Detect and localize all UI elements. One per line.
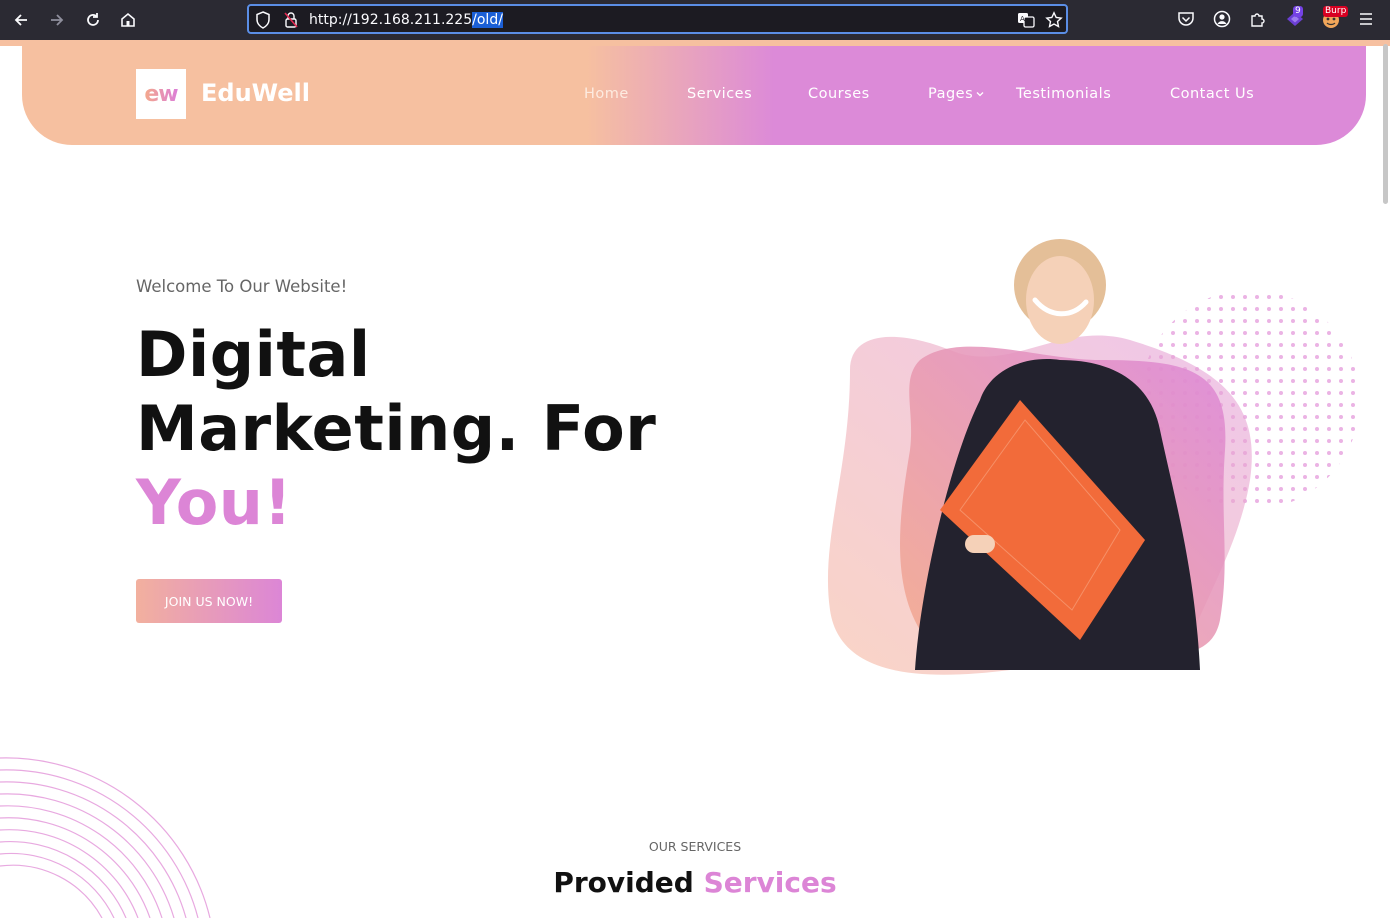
nav-pages-label: Pages — [928, 86, 974, 102]
url-text[interactable]: http://192.168.211.225/old/ — [309, 12, 503, 28]
extensions-icon[interactable] — [1249, 10, 1267, 33]
reload-icon[interactable] — [81, 8, 105, 32]
hero-headline: Digital Marketing. For You! — [136, 318, 656, 540]
services-kicker: OUR SERVICES — [648, 839, 742, 854]
person-hand — [965, 535, 995, 553]
nav-testimonials[interactable]: Testimonials — [1016, 86, 1111, 102]
nav-pages[interactable]: Pages — [928, 86, 984, 102]
translate-icon[interactable]: A — [1017, 11, 1035, 34]
services-title-accent: Services — [703, 866, 837, 899]
bookmark-star-icon[interactable] — [1045, 11, 1063, 34]
address-bar[interactable]: http://192.168.211.225/old/ A — [247, 4, 1068, 34]
hero-line-1: Digital — [136, 318, 371, 391]
services-title: Provided Services — [0, 866, 1390, 899]
forward-icon[interactable] — [45, 8, 69, 32]
logo-text[interactable]: EduWell — [201, 79, 310, 107]
account-icon[interactable] — [1213, 10, 1231, 33]
logo-mark: ew — [144, 81, 178, 107]
nav-home[interactable]: Home — [584, 86, 629, 102]
shield-icon[interactable] — [255, 11, 271, 34]
services-title-plain: Provided — [553, 866, 694, 899]
site-header: ew EduWell Home Services Courses Pages T… — [0, 40, 1390, 145]
hero-illustration — [827, 239, 1360, 675]
url-selection: /old/ — [472, 12, 503, 28]
nav-contact[interactable]: Contact Us — [1170, 86, 1254, 102]
page-scrollbar[interactable] — [1383, 44, 1388, 204]
insecure-lock-icon[interactable] — [283, 11, 299, 34]
back-icon[interactable] — [9, 8, 33, 32]
nav-services[interactable]: Services — [687, 86, 752, 102]
browser-toolbar: http://192.168.211.225/old/ A 9 Burp — [0, 0, 1390, 40]
url-base: http://192.168.211.225 — [309, 12, 473, 28]
logo[interactable]: ew — [136, 69, 186, 119]
menu-hamburger-icon[interactable] — [1357, 10, 1375, 33]
hero-line-3: You! — [136, 466, 293, 539]
hero-welcome: Welcome To Our Website! — [136, 277, 348, 296]
extension-count-badge: 9 — [1293, 6, 1303, 17]
join-us-button[interactable]: JOIN US NOW! — [136, 579, 282, 623]
svg-text:A: A — [1020, 15, 1025, 23]
hero-line-2: Marketing. For — [136, 392, 657, 465]
pocket-icon[interactable] — [1177, 10, 1195, 33]
chevron-down-icon — [976, 86, 984, 102]
burp-badge: Burp — [1323, 6, 1349, 17]
home-icon[interactable] — [116, 8, 140, 32]
nav-courses[interactable]: Courses — [808, 86, 870, 102]
